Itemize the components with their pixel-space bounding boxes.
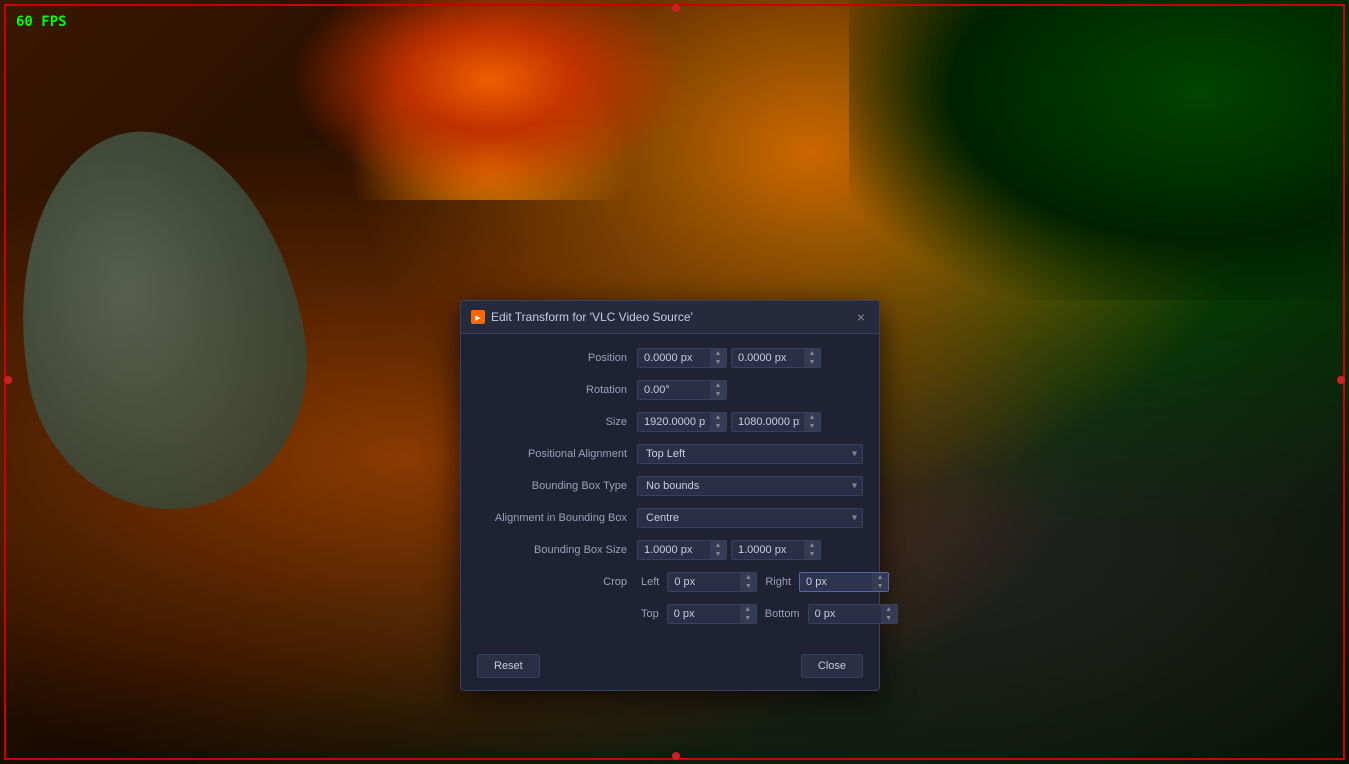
- size-controls: ▲ ▼ ▲ ▼: [637, 412, 863, 432]
- bounding-box-type-controls: No bounds Scene bounding box Custom: [637, 476, 863, 496]
- position-controls: ▲ ▼ ▲ ▼: [637, 348, 863, 368]
- bounding-box-h-wrap: ▲ ▼: [731, 540, 821, 560]
- bounding-box-size-label: Bounding Box Size: [477, 544, 637, 556]
- bounding-box-w-up[interactable]: ▲: [710, 541, 726, 550]
- alignment-bounding-box-select[interactable]: Centre Top Left Top Centre Top Right Cen…: [637, 508, 863, 528]
- size-h-wrap: ▲ ▼: [731, 412, 821, 432]
- size-h-spinners: ▲ ▼: [804, 413, 820, 431]
- bounding-box-w-spinners: ▲ ▼: [710, 541, 726, 559]
- rotation-row: Rotation ▲ ▼: [477, 378, 863, 402]
- crop-top-up[interactable]: ▲: [740, 605, 756, 614]
- bounding-box-type-select-wrap: No bounds Scene bounding box Custom: [637, 476, 863, 496]
- crop-top-down[interactable]: ▼: [740, 614, 756, 623]
- size-row: Size ▲ ▼ ▲ ▼: [477, 410, 863, 434]
- bounding-box-h-up[interactable]: ▲: [804, 541, 820, 550]
- dialog-overlay: ▶ Edit Transform for 'VLC Video Source' …: [0, 0, 1349, 764]
- bounding-box-type-select[interactable]: No bounds Scene bounding box Custom: [637, 476, 863, 496]
- close-button[interactable]: Close: [801, 654, 863, 678]
- positional-alignment-select-wrap: Top Left Top Centre Top Right Centre Lef…: [637, 444, 863, 464]
- dialog-title: Edit Transform for 'VLC Video Source': [491, 310, 693, 324]
- crop-right-wrap: ▲ ▼: [799, 572, 889, 592]
- bounding-box-type-row: Bounding Box Type No bounds Scene boundi…: [477, 474, 863, 498]
- crop-left-right-row: Crop Left ▲ ▼ Right ▲: [477, 570, 863, 594]
- positional-alignment-select[interactable]: Top Left Top Centre Top Right Centre Lef…: [637, 444, 863, 464]
- position-y-down[interactable]: ▼: [804, 358, 820, 367]
- crop-bottom-down[interactable]: ▼: [881, 614, 897, 623]
- position-x-wrap: ▲ ▼: [637, 348, 727, 368]
- dialog-titlebar: ▶ Edit Transform for 'VLC Video Source' …: [461, 301, 879, 334]
- rotation-up[interactable]: ▲: [710, 381, 726, 390]
- crop-left-up[interactable]: ▲: [740, 573, 756, 582]
- crop-bottom-spinners: ▲ ▼: [881, 605, 897, 623]
- bounding-box-size-row: Bounding Box Size ▲ ▼ ▲ ▼: [477, 538, 863, 562]
- dialog-title-left: ▶ Edit Transform for 'VLC Video Source': [471, 310, 693, 324]
- position-row: Position ▲ ▼ ▲ ▼: [477, 346, 863, 370]
- dialog-body: Position ▲ ▼ ▲ ▼: [461, 334, 879, 646]
- crop-label: Crop: [477, 576, 637, 588]
- crop-left-right-controls: Left ▲ ▼ Right ▲ ▼: [637, 572, 889, 592]
- crop-bottom-label: Bottom: [765, 608, 800, 620]
- positional-alignment-row: Positional Alignment Top Left Top Centre…: [477, 442, 863, 466]
- bounding-box-type-label: Bounding Box Type: [477, 480, 637, 492]
- dialog-footer: Reset Close: [461, 646, 879, 690]
- crop-top-bottom-row: Top ▲ ▼ Bottom ▲ ▼: [477, 602, 863, 626]
- crop-top-bottom-controls: Top ▲ ▼ Bottom ▲ ▼: [637, 604, 898, 624]
- dialog-app-icon: ▶: [471, 310, 485, 324]
- bounding-box-w-down[interactable]: ▼: [710, 550, 726, 559]
- positional-alignment-controls: Top Left Top Centre Top Right Centre Lef…: [637, 444, 863, 464]
- size-w-wrap: ▲ ▼: [637, 412, 727, 432]
- position-x-spinners: ▲ ▼: [710, 349, 726, 367]
- crop-left-wrap: ▲ ▼: [667, 572, 757, 592]
- bounding-box-w-wrap: ▲ ▼: [637, 540, 727, 560]
- size-label: Size: [477, 416, 637, 428]
- size-w-down[interactable]: ▼: [710, 422, 726, 431]
- rotation-spinners: ▲ ▼: [710, 381, 726, 399]
- crop-top-spinners: ▲ ▼: [740, 605, 756, 623]
- position-x-up[interactable]: ▲: [710, 349, 726, 358]
- position-y-wrap: ▲ ▼: [731, 348, 821, 368]
- rotation-wrap: ▲ ▼: [637, 380, 727, 400]
- crop-bottom-wrap: ▲ ▼: [808, 604, 898, 624]
- crop-right-label: Right: [765, 576, 791, 588]
- size-w-up[interactable]: ▲: [710, 413, 726, 422]
- position-y-up[interactable]: ▲: [804, 349, 820, 358]
- rotation-label: Rotation: [477, 384, 637, 396]
- size-w-spinners: ▲ ▼: [710, 413, 726, 431]
- crop-right-spinners: ▲ ▼: [872, 573, 888, 591]
- crop-top-wrap: ▲ ▼: [667, 604, 757, 624]
- crop-left-label: Left: [641, 576, 659, 588]
- dialog-close-button[interactable]: ×: [853, 308, 869, 326]
- position-label: Position: [477, 352, 637, 364]
- position-x-down[interactable]: ▼: [710, 358, 726, 367]
- positional-alignment-label: Positional Alignment: [477, 448, 637, 460]
- rotation-controls: ▲ ▼: [637, 380, 863, 400]
- crop-right-down[interactable]: ▼: [872, 582, 888, 591]
- crop-right-up[interactable]: ▲: [872, 573, 888, 582]
- alignment-bounding-box-select-wrap: Centre Top Left Top Centre Top Right Cen…: [637, 508, 863, 528]
- alignment-bounding-box-row: Alignment in Bounding Box Centre Top Lef…: [477, 506, 863, 530]
- rotation-down[interactable]: ▼: [710, 390, 726, 399]
- bounding-box-size-controls: ▲ ▼ ▲ ▼: [637, 540, 863, 560]
- size-h-up[interactable]: ▲: [804, 413, 820, 422]
- alignment-bounding-box-controls: Centre Top Left Top Centre Top Right Cen…: [637, 508, 863, 528]
- crop-top-label: Top: [641, 608, 659, 620]
- position-y-spinners: ▲ ▼: [804, 349, 820, 367]
- crop-left-down[interactable]: ▼: [740, 582, 756, 591]
- crop-bottom-up[interactable]: ▲: [881, 605, 897, 614]
- crop-left-spinners: ▲ ▼: [740, 573, 756, 591]
- size-h-down[interactable]: ▼: [804, 422, 820, 431]
- svg-text:▶: ▶: [475, 315, 481, 322]
- transform-dialog: ▶ Edit Transform for 'VLC Video Source' …: [460, 300, 880, 691]
- reset-button[interactable]: Reset: [477, 654, 540, 678]
- bounding-box-h-spinners: ▲ ▼: [804, 541, 820, 559]
- bounding-box-h-down[interactable]: ▼: [804, 550, 820, 559]
- alignment-bounding-box-label: Alignment in Bounding Box: [477, 512, 637, 524]
